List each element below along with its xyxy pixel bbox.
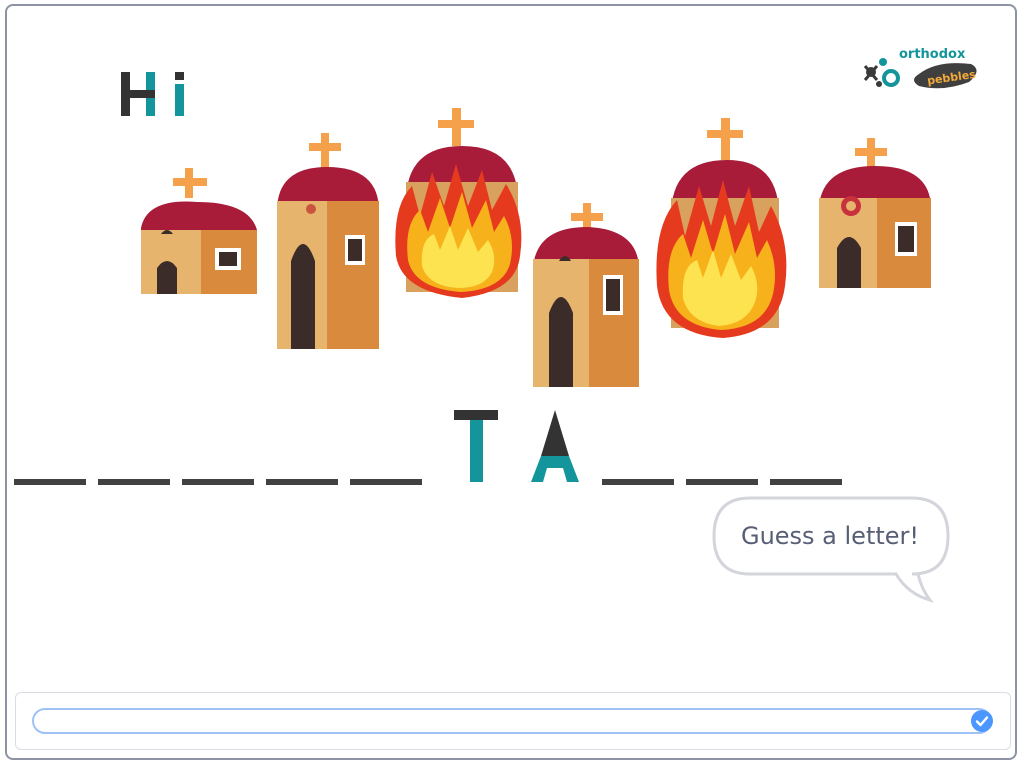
letter-slot-4 — [266, 479, 338, 485]
letter-t-glyph — [454, 410, 498, 482]
letter-slot-9 — [686, 479, 758, 485]
speech-bubble: Guess a letter! — [712, 496, 952, 608]
letter-slot-8 — [602, 479, 674, 485]
letter-a-glyph — [531, 410, 579, 482]
greeting-letter-h: H — [119, 66, 159, 120]
letter-h-glyph — [121, 72, 155, 116]
orthodox-pebbles-logo: orthodox pebbles — [857, 36, 982, 100]
letter-slot-10 — [770, 479, 842, 485]
answer-input[interactable] — [32, 708, 992, 734]
revealed-letter-a: A — [519, 406, 591, 486]
submit-answer-button[interactable] — [971, 710, 993, 732]
letter-slot-3 — [182, 479, 254, 485]
church-1 — [137, 168, 259, 298]
letter-i-glyph — [175, 72, 184, 116]
letter-slot-2 — [98, 479, 170, 485]
letter-slot-1 — [14, 479, 86, 485]
church-5-burning — [655, 116, 789, 341]
church-4 — [529, 201, 641, 391]
logo-word-orthodox: orthodox — [899, 47, 966, 62]
check-icon — [975, 716, 989, 727]
church-2 — [273, 131, 383, 351]
greeting: H i — [119, 66, 187, 120]
church-6 — [815, 136, 935, 291]
logo-graphic: orthodox pebbles — [863, 47, 977, 89]
game-stage: H i orthodox pebbles — [5, 4, 1017, 760]
answer-panel — [15, 692, 1011, 750]
revealed-letter-t: T — [440, 406, 512, 486]
word-slots: T A — [7, 406, 1015, 488]
greeting-letter-i: i — [173, 66, 187, 120]
speech-bubble-text: Guess a letter! — [740, 522, 920, 550]
letter-slot-5 — [350, 479, 422, 485]
church-3-burning — [392, 106, 526, 301]
